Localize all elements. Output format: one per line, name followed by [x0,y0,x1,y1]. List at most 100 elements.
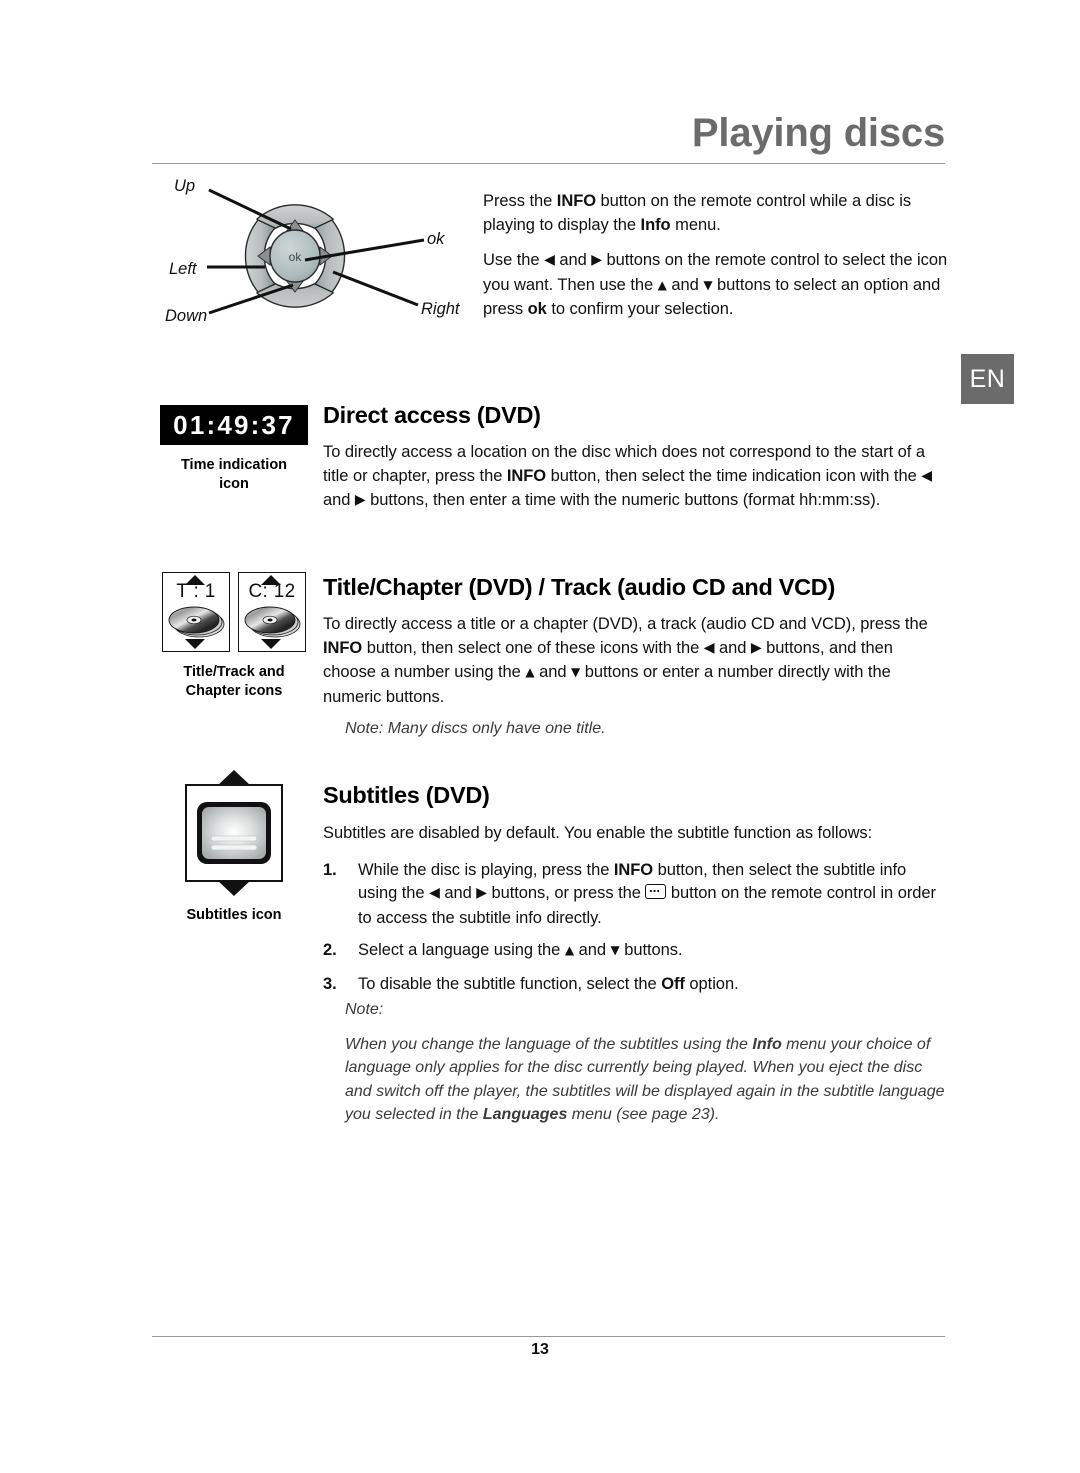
step-1-mid2: buttons, or press the [486,884,646,902]
navpad-ok-button: ok [269,229,321,283]
intro-paragraph-2: Use the and buttons on the remote contro… [483,249,948,322]
time-caption-line1: Time indication [180,457,288,473]
right-arrow-icon [476,885,487,901]
navpad-label-up: Up [174,177,196,195]
navpad-label-right: Right [421,300,460,318]
left-arrow-icon [544,252,555,268]
navigation-pad-illustration: ok Up Left Down ok Right [165,172,475,347]
section-heading-subtitles: Subtitles (DVD) [323,782,490,808]
document-page: Playing discs EN ok Up Left Down ok Righ… [0,0,1080,1473]
title-chapter-icon-column: T : 1 C: 12 Title/Track and Chapter icon… [160,572,308,701]
subtitles-note-body: When you change the language of the subt… [323,1033,945,1127]
section-body-title-chapter: To directly access a title or a chapter … [323,613,948,709]
subtitles-caption: Subtitles icon [160,906,308,925]
note-pre: When you change the language of the subt… [345,1035,753,1053]
time-indication-icon-column: 01:49:37 Time indication icon [160,405,308,494]
intro-p1-pre: Press the [483,192,557,210]
up-arrow-icon [525,664,534,680]
subtitles-steps-list: 1. While the disc is playing, press the I… [323,859,948,997]
tc-mid: button, then select one of these icons w… [362,638,704,657]
sub-caption-line1: Subtitles icon [186,907,282,923]
step-1-pre: While the disc is playing, press the [358,860,614,879]
note-languages-bold: Languages [482,1106,568,1123]
title-chapter-caption: Title/Track and Chapter icons [160,663,308,701]
step-3-pre: To disable the subtitle function, select… [358,974,662,993]
step-3-number: 3. [323,974,337,993]
note-info-bold: Info [752,1035,782,1053]
subtitles-icon-column: Subtitles icon [160,770,308,925]
right-arrow-icon [591,252,602,268]
subtitles-up-arrow-icon [217,770,251,786]
left-arrow-icon [704,640,715,656]
subtitles-down-arrow-icon [217,880,251,896]
subtitles-icon [185,770,283,896]
svg-text:ok: ok [289,250,303,264]
chapter-icon-art [244,575,301,649]
down-arrow-icon [703,277,712,293]
note-post: menu (see page 23). [567,1106,720,1123]
da-info-bold: INFO [506,466,547,485]
da-post: buttons, then enter a time with the nume… [365,491,881,509]
page-title: Playing discs [691,111,945,155]
time-caption-line2: icon [219,476,249,492]
subtitles-step-1: 1. While the disc is playing, press the I… [323,859,948,931]
navpad-label-down: Down [165,307,208,325]
step-3-post: option. [684,974,739,993]
section-body-direct-access: To directly access a location on the dis… [323,441,948,514]
intro-p2-ok-bold: ok [527,300,547,318]
navpad-label-ok: ok [427,230,445,248]
left-arrow-icon [921,468,932,484]
tc-pre: To directly access a title or a chapter … [323,615,928,633]
intro-p2-and2: and [666,275,704,294]
title-track-icon: T : 1 [162,572,230,652]
title-track-icon-art [168,575,225,649]
step-2-post: buttons. [619,941,683,959]
intro-p1-post: menu. [670,215,721,234]
step-1-info-bold: INFO [613,860,654,879]
tc-and1: and [714,638,751,657]
step-2-pre: Select a language using the [358,941,565,959]
step-2-number: 2. [323,941,337,959]
language-tab-en: EN [961,354,1014,404]
time-indication-caption: Time indication icon [160,456,308,494]
section-direct-access: Direct access (DVD) To directly access a… [323,402,948,514]
intro-p1-info-bold: INFO [556,192,597,210]
time-indication-icon: 01:49:37 [160,405,308,445]
step-1-and1: and [439,884,477,902]
intro-p2-pre: Use the [483,251,545,269]
tc-caption-line2: Chapter icons [185,683,283,699]
subtitles-icon-art [197,802,271,864]
left-arrow-icon [429,885,440,901]
up-arrow-icon [658,277,667,293]
right-arrow-icon [355,492,366,508]
section-subtitles: Subtitles (DVD) Subtitles are disabled b… [323,782,948,1127]
disc-icon-row: T : 1 C: 12 [160,572,308,652]
intro-paragraph-1: Press the INFO button on the remote cont… [483,190,948,237]
navpad-svg: ok [207,188,425,315]
intro-p1-info-bold-2: Info [640,215,671,234]
tc-info-bold: INFO [323,638,363,657]
page-number: 13 [531,1341,549,1358]
note-many-discs: Note: Many discs only have one title. [345,720,606,737]
step-2-and1: and [574,941,611,959]
da-mid: button, then select the time indication … [546,466,922,485]
subtitles-step-2: 2. Select a language using the and button… [323,939,948,964]
subtitles-intro-text: Subtitles are disabled by default. You e… [323,824,873,842]
down-arrow-icon [610,942,619,958]
header-divider [152,163,945,164]
subtitles-note-label: Note: [345,1001,384,1018]
chapter-icon: C: 12 [238,572,306,652]
subtitle-button-icon [645,884,667,899]
up-arrow-icon [565,942,574,958]
step-3-off-bold: Off [661,974,685,993]
step-1-number: 1. [323,860,337,879]
navpad-label-left: Left [169,260,197,278]
right-arrow-icon [751,640,762,656]
tc-caption-line1: Title/Track and [183,664,285,680]
section-heading-direct-access: Direct access (DVD) [323,402,541,428]
intro-p2-post: to confirm your selection. [546,300,734,318]
intro-p2-and1: and [554,251,592,269]
down-arrow-icon [571,664,580,680]
footer-divider [152,1336,945,1337]
subtitles-step-3: 3. To disable the subtitle function, sele… [323,973,948,997]
